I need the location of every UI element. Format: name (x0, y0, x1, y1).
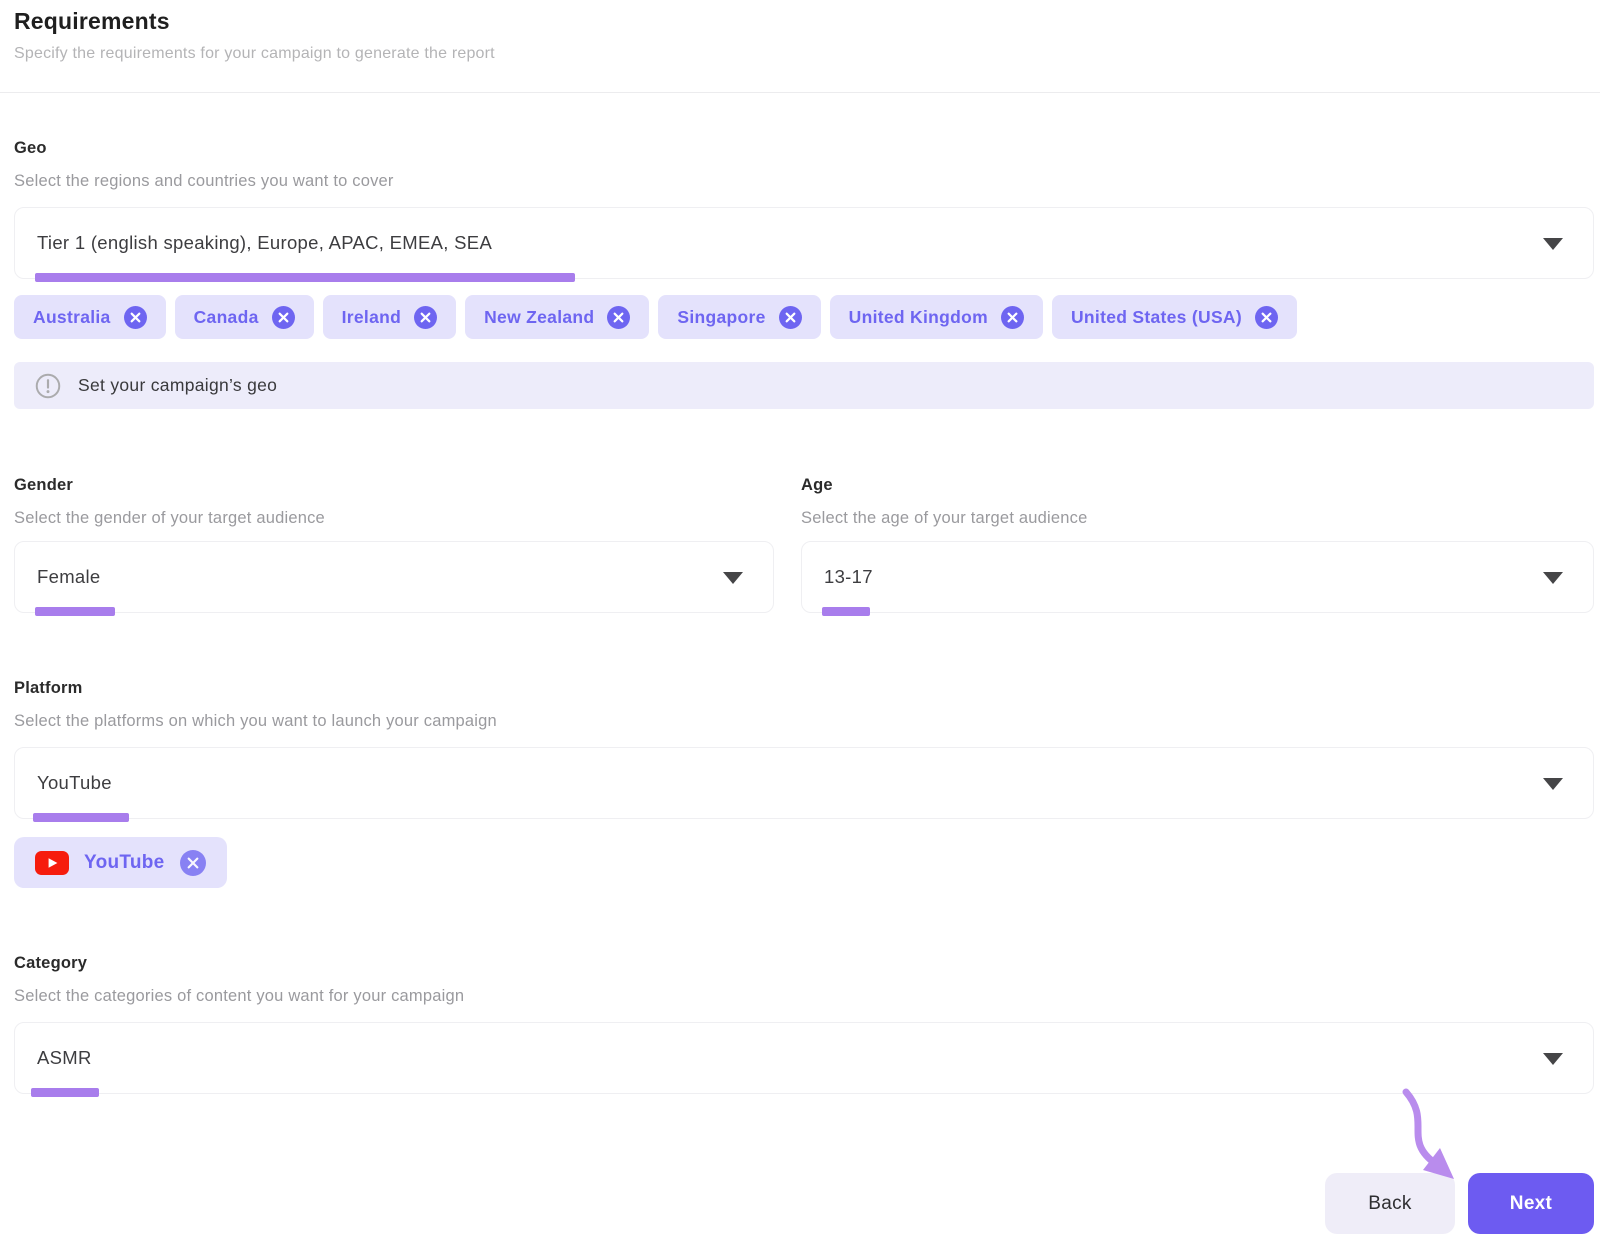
age-section: Age Select the age of your target audien… (801, 476, 1594, 616)
chevron-down-icon (1543, 778, 1563, 790)
gender-age-row: Gender Select the gender of your target … (14, 476, 1594, 616)
geo-chip-new-zealand: New Zealand (465, 295, 650, 339)
remove-chip-icon[interactable] (1000, 305, 1024, 329)
remove-chip-icon[interactable] (778, 305, 802, 329)
platform-progress-underline (33, 813, 129, 822)
back-button[interactable]: Back (1325, 1173, 1455, 1234)
age-progress-underline (822, 607, 870, 616)
chip-label: New Zealand (484, 306, 595, 327)
geo-notice-banner: Set your campaign’s geo (14, 362, 1594, 409)
geo-chip-united-kingdom: United Kingdom (829, 295, 1043, 339)
chip-label: Canada (193, 306, 259, 327)
page-title: Requirements (14, 8, 170, 34)
gender-progress-underline (35, 607, 115, 616)
remove-chip-icon[interactable] (179, 849, 206, 876)
platform-section: Platform Select the platforms on which y… (14, 679, 1594, 888)
geo-chip-singapore: Singapore (658, 295, 821, 339)
geo-progress-underline (35, 273, 575, 282)
chip-label: United States (USA) (1070, 306, 1242, 327)
geo-description: Select the regions and countries you wan… (14, 172, 394, 190)
geo-label: Geo (14, 139, 47, 157)
geo-chips: Australia Canada Ireland New Zealand Sin… (14, 295, 1594, 339)
age-select[interactable]: 13-17 (801, 541, 1594, 616)
category-section: Category Select the categories of conten… (14, 954, 1594, 1097)
page-subtitle: Specify the requirements for your campai… (14, 45, 495, 62)
chevron-down-icon (1543, 572, 1563, 584)
platform-label: Platform (14, 679, 83, 697)
age-description: Select the age of your target audience (801, 509, 1088, 527)
geo-chip-united-states: United States (USA) (1051, 295, 1297, 339)
gender-select-value: Female (37, 566, 101, 587)
geo-chip-ireland: Ireland (322, 295, 457, 339)
category-label: Category (14, 954, 88, 972)
chevron-down-icon (723, 572, 743, 584)
alert-icon (35, 373, 61, 399)
footer-actions: Back Next (14, 1173, 1594, 1234)
chip-label: United Kingdom (848, 306, 988, 327)
chevron-down-icon (1543, 1053, 1563, 1065)
gender-description: Select the gender of your target audienc… (14, 509, 325, 527)
platform-select[interactable]: YouTube (14, 747, 1594, 822)
form-body: Geo Select the regions and countries you… (0, 139, 1600, 1234)
geo-chip-canada: Canada (174, 295, 314, 339)
category-progress-underline (31, 1088, 99, 1097)
remove-chip-icon[interactable] (607, 305, 631, 329)
gender-label: Gender (14, 476, 73, 494)
youtube-icon (35, 850, 69, 875)
remove-chip-icon[interactable] (414, 305, 438, 329)
page-header: Requirements Specify the requirements fo… (0, 0, 1600, 93)
chip-label: Ireland (341, 306, 402, 327)
remove-chip-icon[interactable] (1254, 305, 1278, 329)
chip-label: Singapore (677, 306, 766, 327)
gender-select[interactable]: Female (14, 541, 774, 616)
platform-description: Select the platforms on which you want t… (14, 712, 497, 730)
requirements-page: Requirements Specify the requirements fo… (0, 0, 1600, 1234)
geo-section: Geo Select the regions and countries you… (14, 139, 1594, 409)
platform-chip-youtube: YouTube (14, 837, 227, 888)
gender-section: Gender Select the gender of your target … (14, 476, 774, 616)
age-label: Age (801, 476, 833, 494)
category-select-value: ASMR (37, 1047, 92, 1068)
category-description: Select the categories of content you wan… (14, 987, 465, 1005)
geo-select-value: Tier 1 (english speaking), Europe, APAC,… (37, 232, 493, 253)
age-select-value: 13-17 (824, 566, 873, 587)
remove-chip-icon[interactable] (123, 305, 147, 329)
next-button[interactable]: Next (1468, 1173, 1594, 1234)
geo-select[interactable]: Tier 1 (english speaking), Europe, APAC,… (14, 207, 1594, 282)
chip-label: Australia (33, 306, 111, 327)
remove-chip-icon[interactable] (271, 305, 295, 329)
geo-chip-australia: Australia (14, 295, 166, 339)
category-select[interactable]: ASMR (14, 1022, 1594, 1097)
chevron-down-icon (1543, 238, 1563, 250)
platform-select-value: YouTube (37, 772, 112, 793)
chip-label: YouTube (84, 851, 165, 873)
notice-text: Set your campaign’s geo (78, 375, 278, 395)
